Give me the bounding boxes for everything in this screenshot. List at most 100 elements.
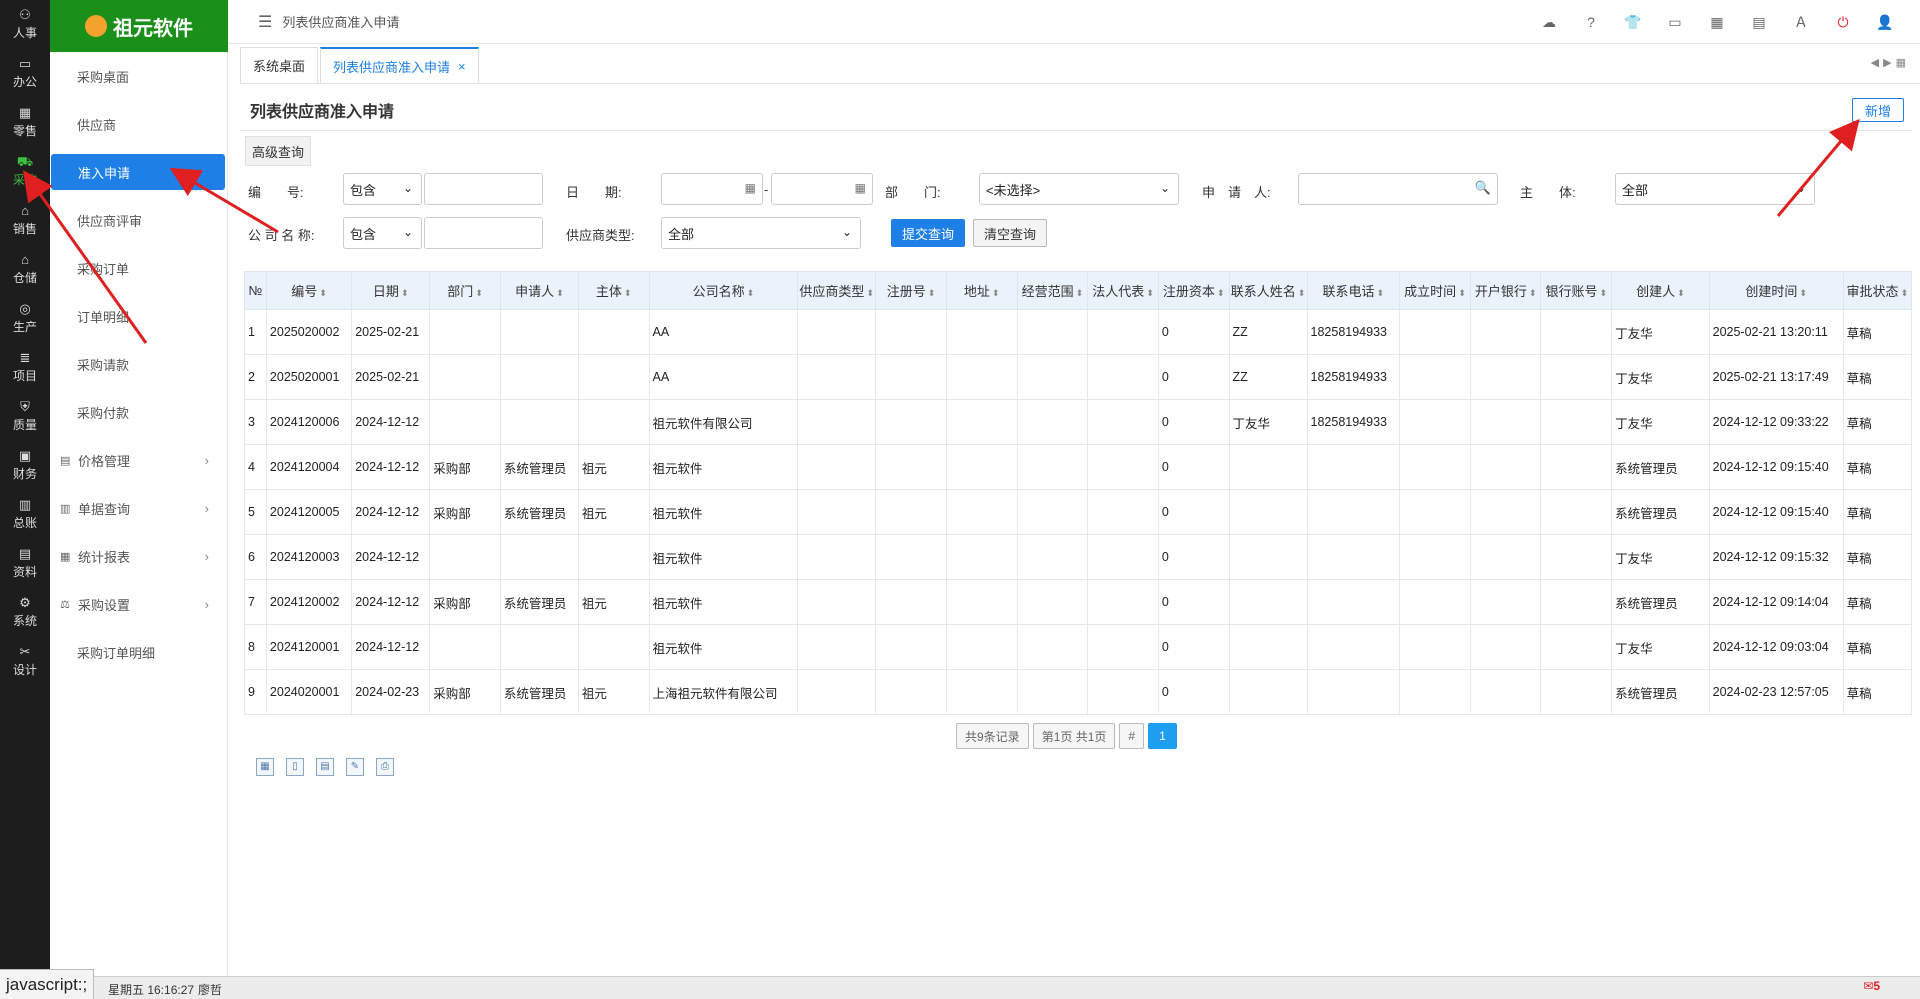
column-header[interactable]: 主体 ⬍ — [577, 271, 650, 310]
submenu-item-8[interactable]: ▤ 价格管理 › — [50, 436, 227, 484]
page-jump-button[interactable]: # — [1119, 723, 1145, 749]
rail-item-7[interactable]: ≣ 项目 — [0, 343, 50, 392]
rail-item-3[interactable]: ⛟ 采购 — [0, 147, 50, 196]
cloud-icon[interactable]: ☁ — [1528, 14, 1570, 31]
column-header[interactable]: 编号 ⬍ — [265, 271, 353, 310]
code-operator-select[interactable]: 包含 ⌄ — [343, 173, 422, 205]
supplier-type-select[interactable]: 全部 ⌄ — [661, 217, 861, 249]
rail-item-9[interactable]: ▣ 财务 — [0, 441, 50, 490]
grid-view-icon[interactable]: ▦ — [256, 758, 274, 776]
rail-item-0[interactable]: ⚇ 人事 — [0, 0, 50, 49]
excel-export-icon[interactable]: ✎ — [346, 758, 364, 776]
column-header[interactable]: 法人代表 ⬍ — [1087, 271, 1159, 310]
rail-item-5[interactable]: ⌂ 仓储 — [0, 245, 50, 294]
tab-menu-icon[interactable]: ▦ — [1896, 56, 1906, 69]
column-header-label: 地址 — [963, 284, 990, 299]
tab-prev-icon[interactable]: ◀ — [1871, 56, 1879, 69]
tab-next-icon[interactable]: ▶ — [1883, 56, 1891, 69]
rail-item-13[interactable]: ✂ 设计 — [0, 637, 50, 686]
column-header[interactable]: 注册资本 ⬍ — [1157, 271, 1230, 310]
submenu-item-0[interactable]: 采购桌面 — [50, 52, 227, 100]
add-button[interactable]: 新增 — [1851, 98, 1904, 122]
submenu-item-10[interactable]: ▦ 统计报表 › — [50, 532, 227, 580]
company-input[interactable] — [424, 217, 543, 249]
submenu-item-3[interactable]: 供应商评审 — [50, 196, 227, 244]
rail-item-4[interactable]: ⌂ 销售 — [0, 196, 50, 245]
page-1-button[interactable]: 1 — [1148, 723, 1177, 749]
column-header[interactable]: 供应商类型 ⬍ — [797, 271, 877, 310]
rail-item-10[interactable]: ▥ 总账 — [0, 490, 50, 539]
screen-icon[interactable]: ▭ — [1654, 14, 1696, 31]
column-header[interactable]: 成立时间 ⬍ — [1399, 271, 1471, 310]
table-row[interactable]: 2 2025020001 2025-02-21 AA 0 ZZ 18258194933 丁友华… — [244, 354, 1913, 400]
entity-select[interactable]: 全部 ⌄ — [1615, 173, 1815, 205]
table-row[interactable]: 8 2024120001 2024-12-12 祖元软件 0 丁友华 2024-12-12 … — [244, 624, 1913, 670]
submenu-item-11[interactable]: ⚖ 采购设置 › — [50, 580, 227, 628]
date-start-input[interactable]: ▦ — [661, 173, 763, 205]
code-input[interactable] — [424, 173, 543, 205]
column-header[interactable]: 申请人 ⬍ — [499, 271, 579, 310]
table-row[interactable]: 5 2024120005 2024-12-12 采购部 系统管理员 祖元 祖元软件 0 系统管理… — [244, 489, 1913, 535]
column-header[interactable]: 公司名称 ⬍ — [648, 271, 799, 310]
column-header[interactable]: 银行账号 ⬍ — [1540, 271, 1613, 310]
dept-select[interactable]: <未选择> ⌄ — [979, 173, 1179, 205]
column-header[interactable]: 经营范围 ⬍ — [1016, 271, 1089, 310]
calendar-icon[interactable]: ▦ — [855, 181, 866, 195]
column-header[interactable]: 部门 ⬍ — [429, 271, 501, 310]
table-row[interactable]: 1 2025020002 2025-02-21 AA 0 ZZ 18258194933 丁友华… — [244, 309, 1913, 355]
user-avatar-icon[interactable]: 👤 — [1864, 14, 1906, 31]
column-header[interactable]: 联系人姓名 ⬍ — [1228, 271, 1308, 310]
column-header[interactable]: 日期 ⬍ — [351, 271, 431, 310]
table-icon[interactable]: ▤ — [316, 758, 334, 776]
calendar-icon[interactable]: ▤ — [1738, 14, 1780, 31]
table-row[interactable]: 6 2024120003 2024-12-12 祖元软件 0 丁友华 2024-12-12 … — [244, 534, 1913, 580]
submit-query-button[interactable]: 提交查询 — [891, 219, 966, 247]
search-icon[interactable]: 🔍 — [1475, 180, 1491, 196]
column-header[interactable]: 创建时间 ⬍ — [1708, 271, 1844, 310]
tab-supplier-admission[interactable]: 列表供应商准入申请 × — [320, 47, 479, 83]
print-icon[interactable]: ⎙ — [376, 758, 394, 776]
rail-item-6[interactable]: ◎ 生产 — [0, 294, 50, 343]
submenu-item-6[interactable]: 采购请款 — [50, 340, 227, 388]
submenu-item-12[interactable]: 采购订单明细 — [50, 628, 227, 676]
submenu-item-1[interactable]: 供应商 — [50, 100, 227, 148]
applicant-input[interactable]: 🔍 — [1298, 173, 1498, 205]
rail-item-2[interactable]: ▦ 零售 — [0, 98, 50, 147]
clear-query-button[interactable]: 清空查询 — [973, 219, 1048, 247]
message-count-badge[interactable]: ✉5 — [1863, 979, 1880, 993]
rail-item-12[interactable]: ⚙ 系统 — [0, 588, 50, 637]
submenu-item-5[interactable]: 订单明细 — [50, 292, 227, 340]
table-row[interactable]: 3 2024120006 2024-12-12 祖元软件有限公司 0 丁友华 1825819… — [244, 399, 1913, 445]
submenu-item-4[interactable]: 采购订单 — [50, 244, 227, 292]
table-row[interactable]: 4 2024120004 2024-12-12 采购部 系统管理员 祖元 祖元软件 0 系统管理… — [244, 444, 1913, 490]
blank-page-icon[interactable]: ▯ — [286, 758, 304, 776]
submenu-item-2[interactable]: 准入申请 — [51, 154, 225, 190]
calendar-icon[interactable]: ▦ — [745, 181, 756, 195]
close-icon[interactable]: × — [458, 59, 466, 74]
column-header[interactable]: 地址 ⬍ — [945, 271, 1018, 310]
company-operator-select[interactable]: 包含 ⌄ — [343, 217, 422, 249]
advanced-search-tab[interactable]: 高级查询 — [245, 136, 312, 166]
table-cell — [875, 579, 947, 625]
table-row[interactable]: 7 2024120002 2024-12-12 采购部 系统管理员 祖元 祖元软件 0 系统管理… — [244, 579, 1913, 625]
submenu-item-7[interactable]: 采购付款 — [50, 388, 227, 436]
column-header[interactable]: 开户银行 ⬍ — [1469, 271, 1542, 310]
menu-toggle-icon[interactable]: ☰ — [258, 12, 272, 32]
theme-shirt-icon[interactable]: 👕 — [1612, 14, 1654, 31]
apps-icon[interactable]: ▦ — [1696, 14, 1738, 31]
submenu-item-9[interactable]: ▥ 单据查询 › — [50, 484, 227, 532]
table-row[interactable]: 9 2024020001 2024-02-23 采购部 系统管理员 祖元 上海祖元软件有限公… — [244, 669, 1913, 715]
column-header[interactable]: 创建人 ⬍ — [1611, 271, 1710, 310]
rail-item-11[interactable]: ▤ 资料 — [0, 539, 50, 588]
font-icon[interactable]: Ａ — [1780, 12, 1822, 32]
gear-icon: ⚙ — [19, 595, 31, 610]
help-icon[interactable]: ? — [1570, 14, 1612, 30]
column-header[interactable]: 联系电话 ⬍ — [1306, 271, 1401, 310]
column-header[interactable]: 注册号 ⬍ — [875, 271, 947, 310]
power-icon[interactable]: ⏻ — [1822, 14, 1864, 31]
rail-item-1[interactable]: ▭ 办公 — [0, 49, 50, 98]
date-end-input[interactable]: ▦ — [771, 173, 873, 205]
rail-item-8[interactable]: ⛨ 质量 — [0, 392, 50, 441]
column-header[interactable]: 审批状态 ⬍ — [1842, 271, 1913, 310]
tab-system-desktop[interactable]: 系统桌面 — [240, 47, 319, 83]
